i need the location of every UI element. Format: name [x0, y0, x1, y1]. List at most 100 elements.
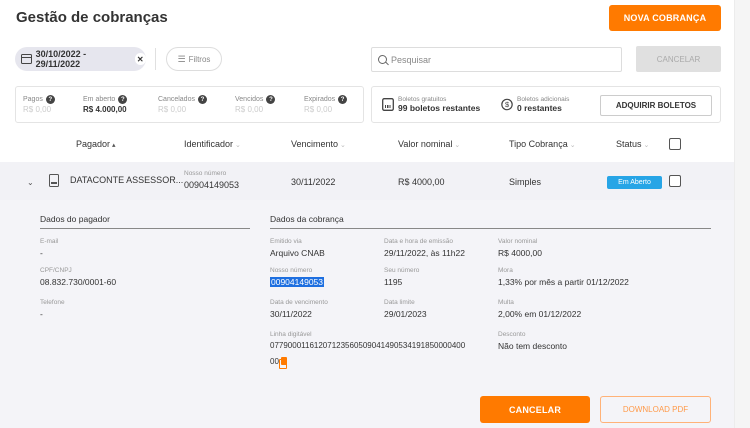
summary-cancelados[interactable]: Cancelados? R$ 0,00	[158, 95, 207, 114]
search-icon	[378, 55, 387, 64]
nosso-numero-field: Nosso número 00904149053	[270, 267, 325, 288]
summary-pagos[interactable]: Pagos? R$ 0,00	[23, 95, 55, 114]
summary-value: R$ 4.000,00	[83, 105, 127, 114]
email-field: E-mail -	[40, 238, 58, 259]
date-range-label: 30/10/2022 - 29/11/2022	[35, 49, 87, 69]
summary-em-aberto[interactable]: Em aberto? R$ 4.000,00	[83, 95, 128, 114]
date-range-chip[interactable]: 30/10/2022 - 29/11/2022 ✕	[15, 47, 146, 71]
help-icon: ?	[266, 95, 276, 104]
field-value: -	[40, 309, 43, 319]
field-label: Valor nominal	[498, 238, 538, 245]
document-icon	[49, 174, 59, 187]
col-label: Pagador	[76, 139, 111, 149]
help-icon: ?	[338, 95, 348, 104]
col-label: Identificador	[184, 139, 234, 149]
free-boletos-value: 99 boletos restantes	[398, 103, 481, 113]
field-label: E-mail	[40, 238, 59, 245]
id-label: Nosso número	[184, 170, 227, 177]
extra-boletos: $ Boletos adicionais 0 restantes	[501, 96, 569, 113]
divider	[40, 228, 250, 229]
multa-field: Multa 2,00% em 01/12/2022	[498, 299, 581, 320]
nominal-field: Valor nominal R$ 4000,00	[498, 238, 542, 259]
table-row[interactable]: ⌄ DATACONTE ASSESSOR... Nosso número 009…	[0, 162, 734, 200]
summary-label: Expirados	[304, 96, 336, 103]
field-value: 1195	[384, 277, 403, 287]
field-value: 29/01/2023	[384, 309, 427, 319]
close-icon[interactable]: ✕	[134, 53, 146, 65]
summary-label: Vencidos	[235, 96, 264, 103]
charge-section-title: Dados da cobrança	[270, 214, 344, 224]
field-label: Mora	[498, 267, 513, 274]
field-label: Seu número	[384, 267, 420, 274]
amount: R$ 4000,00	[398, 177, 445, 187]
col-vencimento[interactable]: Vencimento ⌄	[291, 139, 346, 149]
new-charge-button[interactable]: NOVA COBRANÇA	[609, 5, 721, 31]
divider	[155, 48, 156, 70]
sort-icon: ⌄	[643, 142, 650, 149]
nosso-numero-selected[interactable]: 00904149053	[270, 277, 325, 287]
summary-value: R$ 0,00	[304, 105, 333, 114]
linha-digitavel-field: Linha digitável 077900011612071235605090…	[270, 331, 495, 369]
summary-label: Cancelados	[158, 96, 195, 103]
summary-expirados[interactable]: Expirados? R$ 0,00	[304, 95, 348, 114]
sort-icon: ⌄	[235, 142, 241, 149]
search-input[interactable]: Pesquisar	[371, 47, 622, 72]
filters-button[interactable]: ☰ Filtros	[166, 47, 222, 71]
col-identificador[interactable]: Identificador ⌄	[184, 139, 241, 149]
barcode-doc-icon	[382, 98, 394, 111]
seu-numero-field: Seu número 1195	[384, 267, 419, 288]
scrollbar[interactable]	[734, 0, 750, 428]
field-label: Telefone	[40, 299, 65, 306]
copy-icon[interactable]	[278, 357, 287, 369]
col-label: Tipo Cobrança	[509, 139, 568, 149]
summary-value: R$ 0,00	[158, 105, 187, 114]
download-pdf-button[interactable]: DOWNLOAD PDF	[600, 396, 711, 423]
payer-section-title: Dados do pagador	[40, 214, 110, 224]
field-value: R$ 4000,00	[498, 248, 542, 258]
summary-label: Pagos	[23, 96, 43, 103]
sort-icon: ⌄	[454, 142, 461, 149]
buy-boletos-button[interactable]: ADQUIRIR BOLETOS	[600, 95, 712, 116]
field-label: Data de vencimento	[270, 299, 328, 306]
field-label: Nosso número	[270, 267, 313, 274]
col-label: Vencimento	[291, 139, 339, 149]
col-tipo[interactable]: Tipo Cobrança ⌄	[509, 139, 576, 149]
col-valor[interactable]: Valor nominal ⌄	[398, 139, 460, 149]
field-value: -	[40, 248, 43, 258]
cancel-charge-button[interactable]: CANCELAR	[480, 396, 590, 423]
free-boletos-label: Boletos gratuitos	[398, 96, 447, 103]
coin-icon: $	[501, 98, 513, 111]
mora-field: Mora 1,33% por mês a partir 01/12/2022	[498, 267, 629, 288]
summary-vencidos[interactable]: Vencidos? R$ 0,00	[235, 95, 276, 114]
svg-text:$: $	[505, 100, 509, 109]
cpf-field: CPF/CNPJ 08.832.730/0001-60	[40, 267, 116, 288]
field-value: 00	[270, 357, 279, 366]
col-pagador[interactable]: Pagador ▴	[76, 139, 116, 149]
chevron-down-icon[interactable]: ⌄	[27, 178, 34, 187]
id-value: 00904149053	[184, 180, 240, 190]
summary-value: R$ 0,00	[23, 105, 52, 114]
due-date: 30/11/2022	[291, 177, 336, 187]
col-status[interactable]: Status ⌄	[616, 139, 649, 149]
vencimento-field: Data de vencimento 30/11/2022	[270, 299, 328, 320]
col-label: Status	[616, 139, 642, 149]
field-label: Desconto	[498, 331, 526, 338]
field-value: 29/11/2022, às 11h22	[384, 248, 465, 258]
summary-value: R$ 0,00	[235, 105, 264, 114]
field-value: Não tem desconto	[498, 341, 567, 351]
free-boletos: Boletos gratuitos 99 boletos restantes	[382, 96, 480, 113]
field-value: 0779000116120712356050904149053419185000…	[270, 341, 466, 350]
calendar-icon	[21, 54, 32, 64]
sort-icon: ⌄	[340, 142, 346, 149]
limite-field: Data limite 29/01/2023	[384, 299, 427, 320]
emission-date-field: Data e hora de emissão 29/11/2022, às 11…	[384, 238, 465, 259]
help-icon: ?	[118, 95, 128, 104]
select-all-checkbox[interactable]	[669, 138, 681, 150]
divider	[270, 228, 711, 229]
cancel-search-button[interactable]: CANCELAR	[636, 46, 721, 72]
row-checkbox[interactable]	[669, 175, 681, 187]
help-icon: ?	[45, 95, 55, 104]
help-icon: ?	[197, 95, 207, 104]
extra-boletos-value: 0 restantes	[517, 103, 562, 113]
field-label: Emitido via	[270, 238, 302, 245]
